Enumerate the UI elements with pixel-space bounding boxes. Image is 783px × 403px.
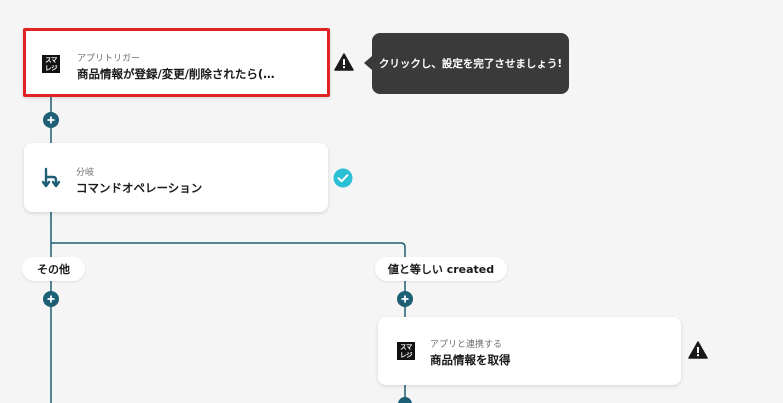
- tooltip-arrow: [364, 56, 372, 70]
- smaregi-logo-icon: スマ レジ: [42, 55, 60, 73]
- step-type-label: 分岐: [76, 168, 95, 178]
- warning-icon[interactable]: [688, 341, 708, 359]
- tooltip: クリックし、設定を完了させましょう!: [372, 33, 569, 94]
- smaregi-logo-icon: スマ レジ: [397, 342, 415, 360]
- branch-label-other[interactable]: その他: [22, 257, 85, 281]
- plus-icon: [47, 295, 55, 303]
- branch-icon: [42, 167, 61, 188]
- action-step-card[interactable]: スマ レジ アプリと連携する 商品情報を取得: [378, 317, 681, 385]
- check-circle-icon: [333, 168, 353, 188]
- branch-label-equals[interactable]: 値と等しい created: [375, 257, 507, 281]
- add-step-button-left-branch[interactable]: [43, 291, 59, 307]
- add-step-button[interactable]: [43, 112, 59, 128]
- step-type-label: アプリと連携する: [430, 340, 503, 350]
- step-title: コマンドオペレーション: [76, 181, 203, 195]
- step-title: 商品情報が登録/変更/削除されたら(…: [77, 67, 275, 81]
- step-type-label: アプリトリガー: [77, 54, 141, 64]
- plus-icon: [401, 295, 409, 303]
- plus-icon: [47, 116, 55, 124]
- add-step-button-right-branch[interactable]: [397, 291, 413, 307]
- warning-icon[interactable]: [334, 53, 354, 71]
- trigger-step-card[interactable]: スマ レジ アプリトリガー 商品情報が登録/変更/削除されたら(…: [23, 28, 330, 97]
- branch-step-card[interactable]: 分岐 コマンドオペレーション: [24, 143, 328, 212]
- step-title: 商品情報を取得: [430, 353, 511, 367]
